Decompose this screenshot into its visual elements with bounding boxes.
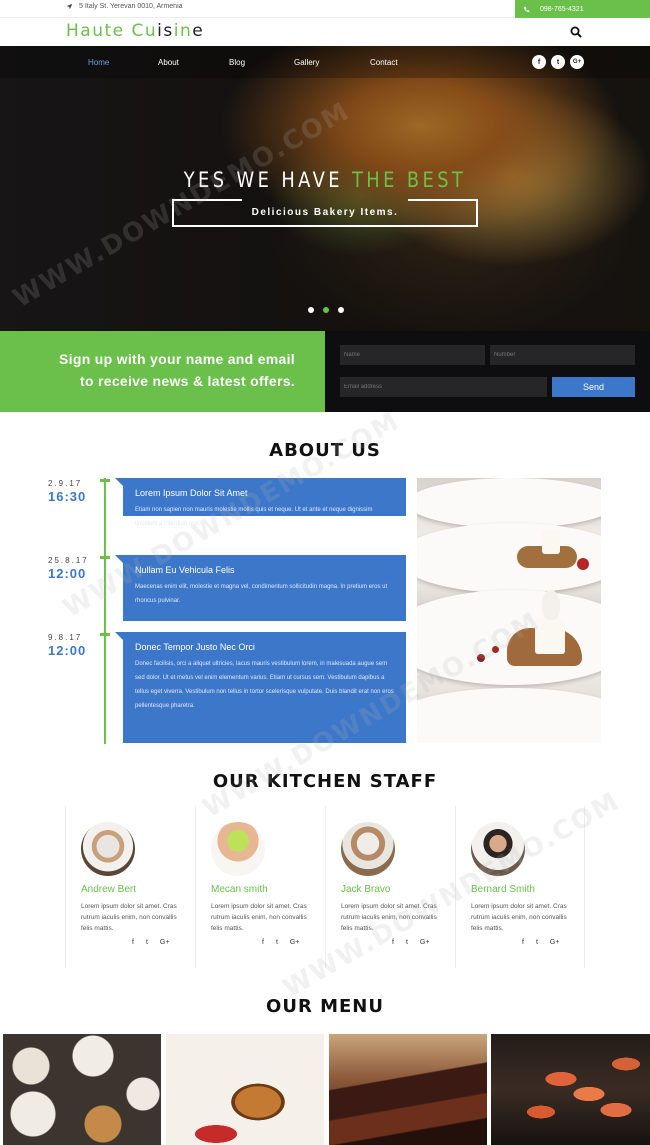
twitter-icon[interactable]: t xyxy=(551,55,565,69)
search-icon[interactable] xyxy=(570,26,582,38)
timeline-card: Donec Tempor Justo Nec Orci Donec facili… xyxy=(115,632,406,743)
timeline-heading: Nullam Eu Vehicula Felis xyxy=(135,565,235,575)
phone-bar[interactable]: 098-765-4321 xyxy=(515,0,650,18)
google-plus-icon[interactable]: G+ xyxy=(160,939,170,946)
nav-gallery[interactable]: Gallery xyxy=(294,58,319,67)
twitter-icon[interactable]: t xyxy=(146,939,148,946)
timeline-marker xyxy=(100,556,110,559)
send-button[interactable]: Send xyxy=(552,377,635,397)
phone-icon xyxy=(523,6,530,12)
staff-bio: Lorem ipsum dolor sit amet. Cras rutrum … xyxy=(341,903,437,932)
nav-home[interactable]: Home xyxy=(88,58,109,67)
staff-card: Jack Bravo Lorem ipsum dolor sit amet. C… xyxy=(325,806,455,968)
slider-dots xyxy=(308,307,344,313)
staff-social: f t G+ xyxy=(522,939,559,946)
menu-image-cake[interactable] xyxy=(329,1034,487,1145)
timeline-marker xyxy=(100,633,110,636)
signup-text-line2: to receive news & latest offers. xyxy=(79,373,295,389)
staff-bio: Lorem ipsum dolor sit amet. Cras rutrum … xyxy=(471,903,567,932)
timeline-heading: Donec Tempor Justo Nec Orci xyxy=(135,642,255,652)
staff-bio: Lorem ipsum dolor sit amet. Cras rutrum … xyxy=(81,903,177,932)
timeline-text: Maecenas enim elit, molestie et magna ve… xyxy=(135,584,388,604)
timeline-time: 12:00 xyxy=(48,566,87,581)
timeline-time: 12:00 xyxy=(48,643,87,658)
nav-contact[interactable]: Contact xyxy=(370,58,398,67)
twitter-icon[interactable]: t xyxy=(406,939,408,946)
staff-social: f t G+ xyxy=(392,939,429,946)
staff-name[interactable]: Jack Bravo xyxy=(341,884,390,895)
address-text: 5 Italy St. Yerevan 0010, Armenia xyxy=(79,3,183,10)
hero-subtitle: Delicious Bakery Items. xyxy=(251,207,399,218)
slider-dot-active[interactable] xyxy=(323,307,329,313)
hero-banner: Home About Blog Gallery Contact f t G+ Y… xyxy=(0,46,650,331)
staff-title: OUR KITCHEN STAFF xyxy=(212,771,438,792)
timeline-card: Nullam Eu Vehicula Felis Maecenas enim e… xyxy=(115,555,406,621)
nav-about[interactable]: About xyxy=(158,58,179,67)
facebook-icon[interactable]: f xyxy=(392,939,394,946)
avatar xyxy=(211,822,265,876)
signup-form xyxy=(325,331,650,412)
location-arrow-icon xyxy=(66,3,73,10)
menu-image-burger[interactable] xyxy=(166,1034,324,1145)
facebook-icon[interactable]: f xyxy=(132,939,134,946)
timeline-text: Donec facilisis, orci a aliquet ultricie… xyxy=(135,661,394,709)
staff-social: f t G+ xyxy=(132,939,169,946)
twitter-icon[interactable]: t xyxy=(536,939,538,946)
hero-title-white: YES WE HAVE xyxy=(183,168,353,192)
avatar xyxy=(81,822,135,876)
staff-card: Andrew Bert Lorem ipsum dolor sit amet. … xyxy=(65,806,195,968)
timeline-line xyxy=(104,478,106,744)
staff-card: Bernard Smith Lorem ipsum dolor sit amet… xyxy=(455,806,585,968)
main-nav: Home About Blog Gallery Contact f t G+ xyxy=(0,46,650,78)
logo[interactable]: Haute Cuisine xyxy=(66,21,204,41)
about-photo-dessert-plates xyxy=(417,478,601,743)
avatar xyxy=(471,822,525,876)
logo-part: is xyxy=(157,21,174,41)
twitter-icon[interactable]: t xyxy=(276,939,278,946)
logo-part: in xyxy=(173,21,193,41)
signup-text-line1: Sign up with your name and email xyxy=(59,351,295,367)
top-bar: 5 Italy St. Yerevan 0010, Armenia 098-76… xyxy=(0,0,650,18)
staff-name[interactable]: Bernard Smith xyxy=(471,884,535,895)
name-input[interactable] xyxy=(340,345,485,365)
timeline-date: 9.8.17 xyxy=(48,633,83,642)
timeline-marker xyxy=(100,479,110,482)
google-plus-icon[interactable]: G+ xyxy=(550,939,560,946)
google-plus-icon[interactable]: G+ xyxy=(290,939,300,946)
site-header: Haute Cuisine xyxy=(0,18,650,46)
hero-title-green: THE BEST xyxy=(352,168,467,192)
phone-text: 098-765-4321 xyxy=(540,5,584,13)
timeline-card: Lorem Ipsum Dolor Sit Amet Etiam non sap… xyxy=(115,478,406,527)
slider-dot[interactable] xyxy=(338,307,344,313)
address: 5 Italy St. Yerevan 0010, Armenia xyxy=(66,3,183,10)
staff-name[interactable]: Mecan smith xyxy=(211,884,268,895)
staff-bio: Lorem ipsum dolor sit amet. Cras rutrum … xyxy=(211,903,307,932)
google-plus-icon[interactable]: G+ xyxy=(420,939,430,946)
number-input[interactable] xyxy=(490,345,635,365)
facebook-icon[interactable]: f xyxy=(532,55,546,69)
logo-part: Haute Cu xyxy=(66,21,158,41)
google-plus-icon[interactable]: G+ xyxy=(570,55,584,69)
menu-title: OUR MENU xyxy=(266,996,384,1017)
email-input[interactable] xyxy=(340,377,547,397)
timeline-date: 2.9.17 xyxy=(48,479,83,488)
staff-card: Mecan smith Lorem ipsum dolor sit amet. … xyxy=(195,806,325,968)
about-title: ABOUT US xyxy=(269,440,381,461)
facebook-icon[interactable]: f xyxy=(262,939,264,946)
slider-dot[interactable] xyxy=(308,307,314,313)
menu-image-sushi[interactable] xyxy=(491,1034,650,1145)
staff-social: f t G+ xyxy=(262,939,299,946)
timeline-date: 25.8.17 xyxy=(48,556,89,565)
timeline-text: Etiam non sapien non mauris molestie mol… xyxy=(135,507,373,527)
timeline-heading: Lorem Ipsum Dolor Sit Amet xyxy=(135,488,248,498)
logo-part: e xyxy=(192,21,205,41)
hero-title: YES WE HAVE THE BEST xyxy=(49,168,602,192)
staff-name[interactable]: Andrew Bert xyxy=(81,884,136,895)
timeline-time: 16:30 xyxy=(48,489,87,504)
nav-blog[interactable]: Blog xyxy=(229,58,245,67)
menu-image-platters[interactable] xyxy=(3,1034,161,1145)
facebook-icon[interactable]: f xyxy=(522,939,524,946)
signup-banner: Sign up with your name and email to rece… xyxy=(0,331,325,412)
avatar xyxy=(341,822,395,876)
